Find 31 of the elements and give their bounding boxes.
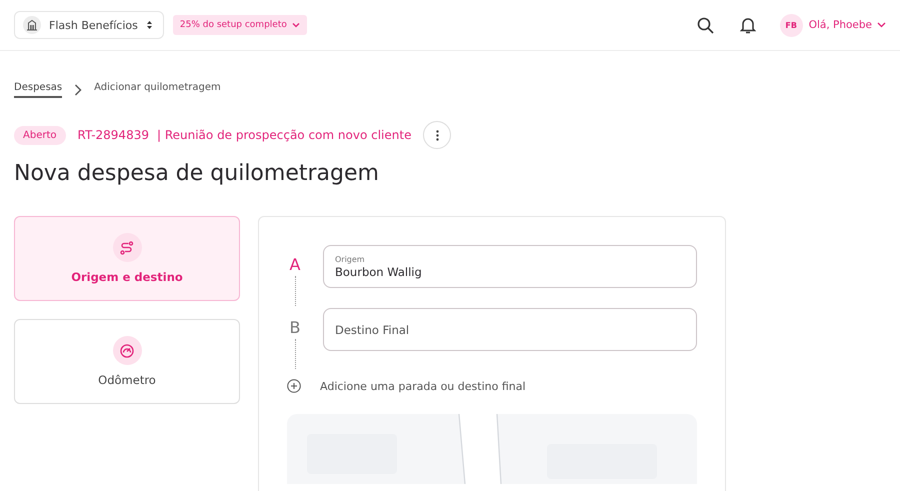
location-field[interactable]: Origem Bourbon Wallig: [323, 245, 697, 288]
setup-progress-button[interactable]: 25% do setup completo: [172, 15, 307, 35]
search-icon[interactable]: [696, 16, 714, 34]
report-code: RT-2894839: [78, 128, 149, 142]
breadcrumb-link[interactable]: Adicionar quilometragem: [94, 82, 221, 98]
building-icon: [23, 16, 41, 34]
location-field[interactable]: Destino Final: [323, 308, 697, 351]
location-input[interactable]: Destino Final: [335, 323, 685, 337]
add-stop-link[interactable]: Adicione uma parada ou destino final: [320, 380, 526, 392]
chevron-right-icon: [74, 84, 82, 96]
location-input[interactable]: Bourbon Wallig: [335, 264, 685, 278]
field-label: Origem: [335, 254, 366, 264]
mode-card[interactable]: Odômetro: [14, 319, 240, 404]
report-title: | Reunião de prospecção com novo cliente: [156, 128, 412, 142]
more-icon: [436, 130, 439, 140]
user-menu[interactable]: Olá, Phoebe: [808, 19, 886, 31]
page-title: Nova despesa de quilometragem: [14, 161, 380, 186]
add-circle-icon[interactable]: [287, 379, 301, 393]
gauge-icon: [112, 336, 142, 365]
route-icon: [112, 233, 142, 262]
stop-letter: A: [290, 257, 300, 273]
bell-icon[interactable]: [740, 16, 756, 34]
chevron-down-icon: [877, 22, 886, 28]
sort-icon: [146, 20, 153, 30]
breadcrumb-link[interactable]: Despesas: [14, 82, 62, 98]
stop-letter: B: [290, 320, 300, 336]
avatar[interactable]: FB: [780, 14, 803, 36]
company-selector[interactable]: Flash Benefícios: [14, 11, 164, 39]
status-badge: Aberto: [14, 126, 66, 144]
chevron-down-icon: [292, 22, 300, 28]
mode-card[interactable]: Origem e destino: [14, 216, 240, 301]
